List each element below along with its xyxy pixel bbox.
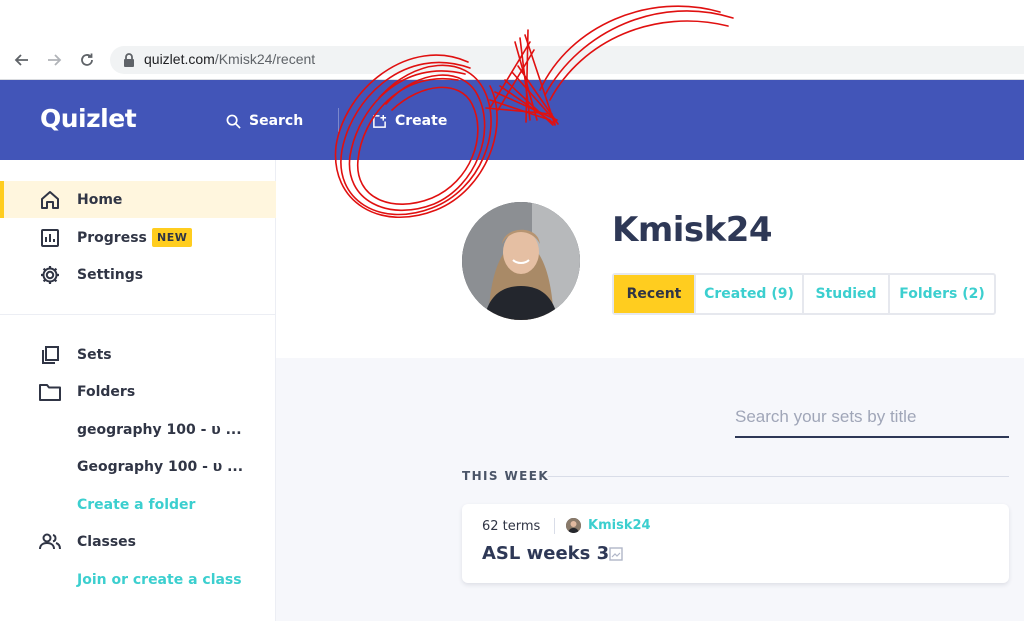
sidebar-label-progress: Progress xyxy=(77,229,147,246)
section-divider xyxy=(548,476,1009,477)
section-label-this-week: THIS WEEK xyxy=(462,469,550,483)
sidebar-item-folders[interactable]: Folders xyxy=(0,373,276,410)
new-badge: NEW xyxy=(152,228,193,247)
sidebar-label-classes: Classes xyxy=(77,533,137,550)
create-folder-label: Create a folder xyxy=(77,496,196,513)
set-creator-link[interactable]: Kmisk24 xyxy=(588,518,651,533)
back-button[interactable] xyxy=(12,50,32,70)
search-button[interactable]: Search xyxy=(226,111,303,131)
tab-created[interactable]: Created (9) xyxy=(696,275,804,313)
sidebar-item-home[interactable]: Home xyxy=(0,181,276,218)
profile-avatar[interactable] xyxy=(462,202,580,320)
reload-button[interactable] xyxy=(77,50,97,70)
header-divider xyxy=(338,108,339,132)
sidebar-label-home: Home xyxy=(77,191,123,208)
tab-studied[interactable]: Studied xyxy=(804,275,890,313)
image-icon xyxy=(609,547,623,561)
join-class-link[interactable]: Join or create a class xyxy=(0,561,276,598)
folder-icon xyxy=(39,381,61,403)
quizlet-logo[interactable]: Quizlet xyxy=(40,104,137,133)
home-icon xyxy=(39,189,61,211)
url-path: /Kmisk24/recent xyxy=(214,51,316,67)
sidebar-item-classes[interactable]: Classes xyxy=(0,523,276,560)
sets-icon xyxy=(39,344,61,366)
sidebar-label-sets: Sets xyxy=(77,346,112,363)
folder-name: geography 100 - υ ... xyxy=(77,421,242,438)
forward-button[interactable] xyxy=(44,50,64,70)
tab-folders[interactable]: Folders (2) xyxy=(890,275,994,313)
create-button-label: Create xyxy=(395,113,448,129)
people-icon xyxy=(39,531,61,553)
lock-icon xyxy=(124,53,134,67)
profile-tabs: Recent Created (9) Studied Folders (2) xyxy=(612,273,996,315)
sidebar-divider xyxy=(0,314,276,315)
gear-icon xyxy=(39,264,61,286)
set-term-count: 62 terms xyxy=(482,519,541,534)
profile-username: Kmisk24 xyxy=(612,210,773,250)
url-host: quizlet.com xyxy=(144,51,215,67)
create-icon xyxy=(373,114,387,128)
sidebar-item-sets[interactable]: Sets xyxy=(0,336,276,373)
profile-header xyxy=(276,160,1024,358)
search-button-label: Search xyxy=(249,113,304,129)
reload-icon xyxy=(81,53,93,66)
tab-recent[interactable]: Recent xyxy=(614,275,696,313)
arrow-left-icon xyxy=(14,54,28,66)
create-button[interactable]: Create xyxy=(372,111,447,131)
site-header xyxy=(0,80,1024,160)
sidebar-item-progress[interactable]: Progress NEW xyxy=(0,219,276,256)
join-class-label: Join or create a class xyxy=(77,571,242,588)
create-folder-link[interactable]: Create a folder xyxy=(0,486,276,523)
screenshot-root: quizlet.com/Kmisk24/recent Quizlet Searc… xyxy=(0,0,1024,621)
creator-avatar xyxy=(566,518,581,533)
sidebar-label-settings: Settings xyxy=(77,266,144,283)
folder-name: Geography 100 - υ ... xyxy=(77,458,244,475)
sidebar-label-folders: Folders xyxy=(77,383,136,400)
sidebar-folder-geography-2[interactable]: Geography 100 - υ ... xyxy=(0,448,276,485)
card-divider xyxy=(554,518,555,534)
browser-top-area xyxy=(0,0,1024,40)
sidebar-folder-geography-1[interactable]: geography 100 - υ ... xyxy=(0,411,276,448)
arrow-right-icon xyxy=(48,54,62,66)
set-search-input[interactable] xyxy=(735,398,1009,438)
url-text[interactable]: quizlet.com/Kmisk24/recent xyxy=(144,51,315,67)
progress-chart-icon xyxy=(39,227,61,249)
sidebar-item-settings[interactable]: Settings xyxy=(0,256,276,293)
search-icon xyxy=(226,114,241,129)
set-title[interactable]: ASL weeks 3 xyxy=(482,543,609,564)
